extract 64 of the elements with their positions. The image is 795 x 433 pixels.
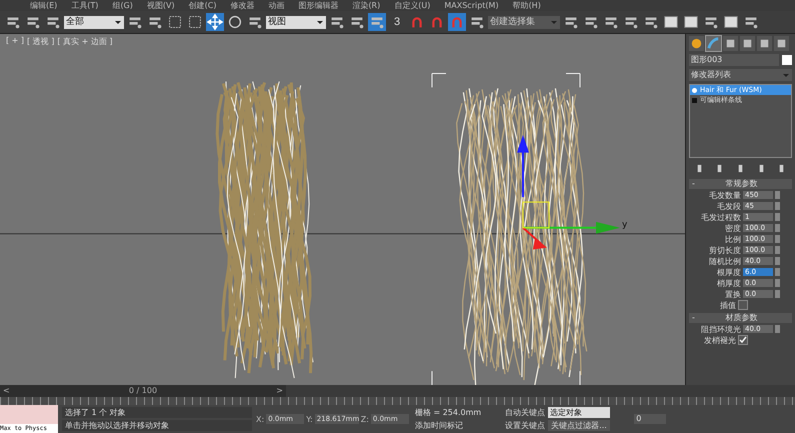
parameter-label: 比例 [725, 234, 741, 244]
checkbox[interactable] [738, 335, 748, 345]
coordinate-label: Z: [360, 414, 369, 424]
checkbox[interactable] [738, 300, 748, 310]
parameter-label: 毛发数量 [709, 190, 741, 200]
snap-toggle-button[interactable]: 3 [388, 13, 406, 31]
stack-tool-icon[interactable] [777, 164, 786, 173]
stack-tool-icon[interactable] [756, 164, 766, 173]
prompt-message: 单击并拖动以选择并移动对象 [62, 420, 252, 431]
modifier-list-dropdown[interactable]: 修改器列表 [689, 69, 792, 81]
parameter-label: 随机比例 [709, 256, 741, 266]
object-name-field[interactable]: 图形003 [689, 54, 779, 66]
region-tool-icon[interactable] [166, 13, 184, 31]
menu-item[interactable]: 渲染(R) [352, 0, 380, 11]
parameter-label: 毛发段 [717, 200, 741, 212]
named-selection-dropdown[interactable]: 创建选择集 [488, 16, 560, 28]
rollout-header[interactable]: - 材质参数 [689, 313, 792, 323]
auto-key-button[interactable]: 自动关键点 [505, 407, 546, 418]
menu-item[interactable]: 创建(C) [188, 0, 216, 11]
parameter-label: 阻挡环境光 [701, 324, 741, 334]
rotate-tool-icon[interactable] [226, 13, 244, 31]
menu-item[interactable]: 自定义(U) [394, 0, 430, 11]
stack-tool-icon[interactable] [715, 164, 724, 173]
parameter-label: 梢厚度 [717, 278, 741, 288]
parameter-label: 发梢褪光 [704, 334, 736, 346]
move-gizmo-drawing[interactable] [517, 134, 620, 250]
grid-size-text: 栅格 = 254.0mm [414, 407, 482, 418]
rollout-header[interactable]: - 常规参数 [689, 179, 792, 189]
object-color-swatch[interactable] [782, 55, 792, 65]
menu-item[interactable]: 帮助(H) [512, 0, 541, 11]
parameter-label: 根厚度 [717, 266, 741, 278]
menu-item[interactable]: 视图(V) [146, 0, 175, 11]
stack-tool-icon[interactable] [694, 164, 704, 173]
viewport-label[interactable]: [ 真实 + 边面 ] [57, 36, 112, 47]
selection-filter-dropdown[interactable]: 全部 [64, 16, 124, 28]
stack-tool-icon[interactable] [736, 164, 745, 173]
menu-item[interactable]: 工具(T) [71, 0, 98, 11]
menu-item[interactable]: 编辑(E) [30, 0, 58, 11]
parameter-label: 置换 [725, 288, 741, 300]
create-tab-icon[interactable] [689, 36, 704, 51]
set-key-button[interactable]: 设置关键点 [505, 420, 546, 431]
menu-item[interactable]: 修改器 [230, 0, 254, 11]
parameter-label: 毛发过程数 [701, 212, 741, 222]
viewport-label[interactable]: [ + ] [6, 36, 24, 47]
parameter-label: 剪切长度 [709, 244, 741, 256]
status-message: 选择了 1 个 对象 [62, 407, 252, 418]
viewport-label[interactable]: [ 透视 ] [27, 36, 54, 47]
coordinate-label: X: [256, 414, 264, 424]
menu-item[interactable]: 动画 [268, 0, 284, 11]
coordinate-label: Y: [306, 414, 313, 424]
axis-label: y [622, 220, 628, 230]
add-time-tag-button[interactable]: 添加时间标记 [414, 420, 482, 431]
key-mode-dropdown[interactable]: 选定对象 [548, 407, 610, 418]
reference-coordinate-dropdown[interactable]: 视图 [266, 16, 326, 28]
current-frame-field[interactable]: 0 [634, 414, 666, 424]
parameter-label: 插值 [720, 300, 736, 310]
move-tool-icon[interactable] [206, 13, 224, 31]
parameter-label: 密度 [725, 222, 741, 234]
menu-item[interactable]: 图形编辑器 [298, 0, 338, 11]
menu-item[interactable]: MAXScript(M) [444, 0, 499, 11]
window-tool-icon[interactable] [186, 13, 204, 31]
frame-position-box[interactable]: < 0 / 100 > [0, 385, 286, 397]
menu-item[interactable]: 组(G) [112, 0, 133, 11]
key-filters-button[interactable]: 关键点过滤器... [548, 420, 610, 431]
